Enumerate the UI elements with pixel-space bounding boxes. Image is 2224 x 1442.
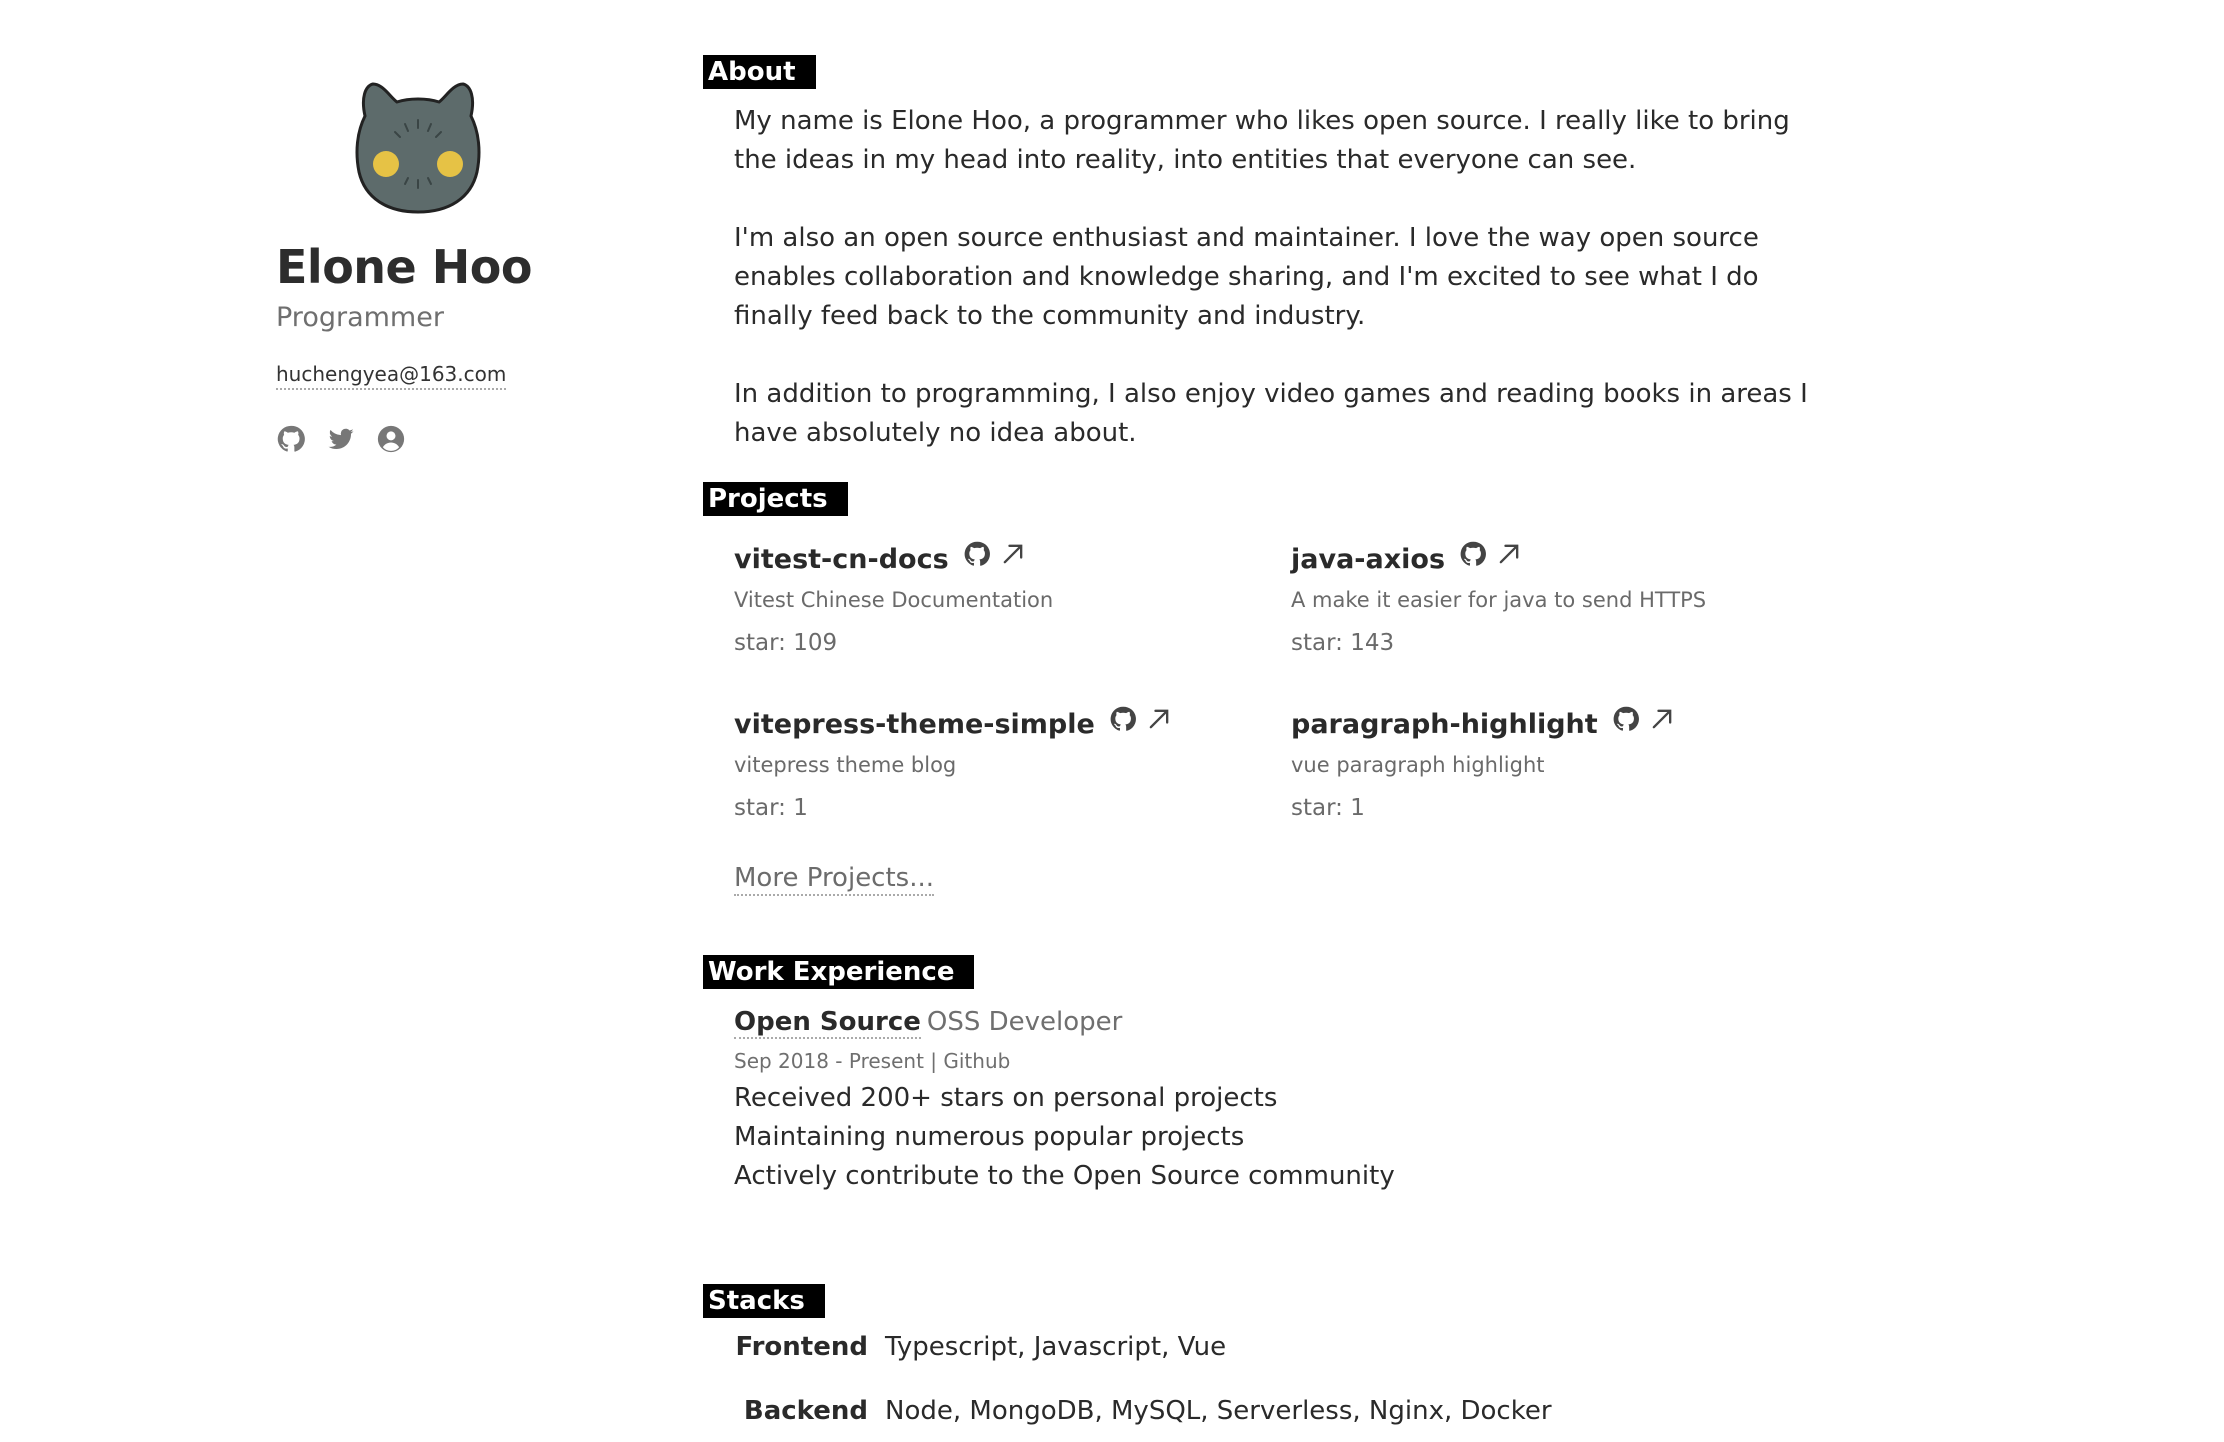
work-highlights: Received 200+ stars on personal projects… — [734, 1079, 1834, 1196]
project-description: A make it easier for java to send HTTPS — [1291, 588, 1707, 612]
project-name: java-axios — [1291, 544, 1446, 575]
external-link-icon[interactable] — [999, 540, 1027, 568]
projects-heading: Projects — [703, 482, 848, 516]
about-paragraph: In addition to programming, I also enjoy… — [734, 379, 1808, 448]
stacks-heading: Stacks — [703, 1284, 825, 1318]
about-paragraph: I'm also an open source enthusiast and m… — [734, 223, 1759, 331]
external-link-icon[interactable] — [1648, 705, 1676, 733]
projects-grid: vitest-cn-docs Vitest Chinese Documentat… — [734, 540, 1834, 840]
github-icon — [277, 425, 305, 452]
stack-value: Typescript, Javascript, Vue — [885, 1332, 1227, 1362]
project-description: vue paragraph highlight — [1291, 753, 1545, 777]
project-card: vitest-cn-docs Vitest Chinese Documentat… — [734, 540, 1274, 656]
work-meta: Sep 2018 - Present | Github — [734, 1049, 1011, 1073]
stack-row: Backend Node, MongoDB, MySQL, Serverless… — [703, 1396, 1552, 1426]
profile-link[interactable] — [376, 424, 406, 454]
project-stars: star: 1 — [1291, 795, 1365, 821]
work-entry: Open Source OSS Developer Sep 2018 - Pres… — [734, 1007, 1834, 1196]
stack-row: Frontend Typescript, Javascript, Vue — [703, 1332, 1227, 1362]
profile-title: Programmer — [276, 302, 444, 333]
project-name: vitepress-theme-simple — [734, 709, 1095, 740]
more-projects-link[interactable]: More Projects... — [734, 863, 935, 896]
project-stars: star: 1 — [734, 795, 808, 821]
about-heading: About — [703, 55, 816, 89]
project-name: vitest-cn-docs — [734, 544, 949, 575]
github-icon[interactable] — [1109, 705, 1137, 733]
cat-avatar — [355, 82, 481, 214]
project-card: vitepress-theme-simple vitepress theme b… — [734, 705, 1274, 821]
projects-section: Projects vitest-cn-docs Vitest Chinese D… — [703, 482, 1853, 821]
external-link-icon[interactable] — [1495, 540, 1523, 568]
twitter-link[interactable] — [326, 424, 356, 454]
stack-value: Node, MongoDB, MySQL, Serverless, Nginx,… — [885, 1396, 1552, 1426]
about-paragraph: My name is Elone Hoo, a programmer who l… — [734, 106, 1790, 175]
work-heading: Work Experience — [703, 955, 975, 989]
project-name: paragraph-highlight — [1291, 709, 1598, 740]
email-link[interactable]: huchengyea@163.com — [276, 362, 507, 390]
user-circle-icon — [377, 425, 405, 453]
github-icon[interactable] — [963, 540, 991, 568]
stack-label: Backend — [743, 1396, 868, 1426]
project-stars: star: 109 — [734, 630, 838, 656]
github-icon[interactable] — [1459, 540, 1487, 568]
project-card: java-axios A make it easier for java to … — [1291, 540, 1831, 656]
project-description: vitepress theme blog — [734, 753, 957, 777]
company-link[interactable]: Open Source — [734, 1007, 921, 1039]
work-highlight: Received 200+ stars on personal projects — [734, 1083, 1278, 1113]
twitter-icon — [328, 428, 354, 450]
stack-label: Frontend — [735, 1332, 868, 1362]
stacks-section: Stacks Frontend Typescript, Javascript, … — [703, 1284, 1853, 1426]
social-links — [276, 424, 406, 454]
project-description: Vitest Chinese Documentation — [734, 588, 1054, 612]
project-card: paragraph-highlight vue paragraph highli… — [1291, 705, 1831, 821]
profile-name: Elone Hoo — [276, 240, 532, 294]
work-highlight: Maintaining numerous popular projects — [734, 1122, 1245, 1152]
work-section: Work Experience Open Source OSS Developer… — [703, 955, 1395, 1191]
external-link-icon[interactable] — [1145, 705, 1173, 733]
job-position: OSS Developer — [926, 1007, 1123, 1037]
project-stars: star: 143 — [1291, 630, 1395, 656]
github-icon[interactable] — [1612, 705, 1640, 733]
about-section: About My name is Elone Hoo, a programmer… — [703, 55, 1808, 448]
work-highlight: Actively contribute to the Open Source c… — [734, 1161, 1395, 1191]
github-link[interactable] — [276, 424, 306, 454]
